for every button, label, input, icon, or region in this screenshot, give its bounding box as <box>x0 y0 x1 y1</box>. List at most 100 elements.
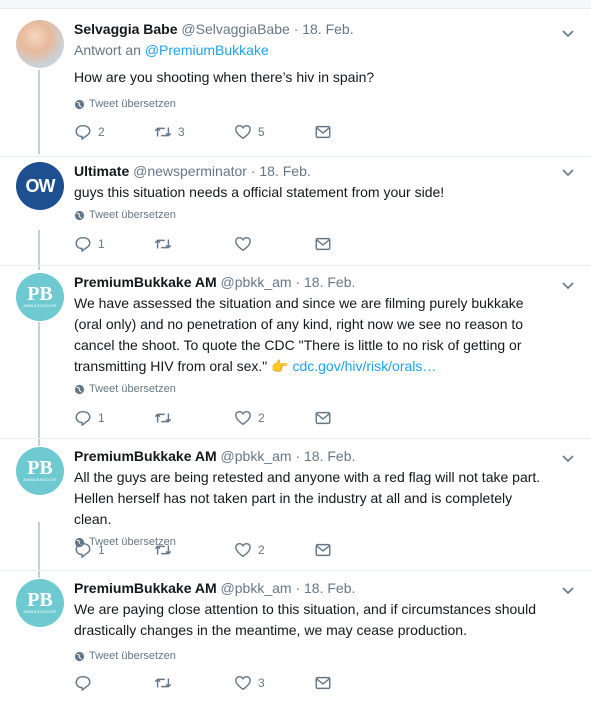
handle[interactable]: @pbkk_am <box>221 448 292 464</box>
retweet-button[interactable]: 3 <box>154 122 234 142</box>
avatar[interactable]: PB AMBASSADOR <box>16 273 64 321</box>
translate-link[interactable]: Tweet übersetzen <box>74 209 547 221</box>
avatar-text: PB <box>27 457 53 479</box>
reply-button[interactable]: 1 <box>74 408 154 428</box>
reply-count: 2 <box>98 125 105 139</box>
chevron-down-icon[interactable] <box>561 583 575 597</box>
reply-count: 1 <box>98 237 105 251</box>
display-name[interactable]: PremiumBukkake AM <box>74 274 217 290</box>
tweet-actions: 3 <box>74 673 394 693</box>
tweet-link[interactable]: cdc.gov/hiv/risk/orals… <box>292 358 436 374</box>
translate-link[interactable]: Tweet übersetzen <box>74 383 547 395</box>
timestamp[interactable]: · 18. Feb. <box>294 21 354 37</box>
tweet-header: PremiumBukkake AM @pbkk_am · 18. Feb. <box>74 273 547 291</box>
reply-icon <box>75 542 91 558</box>
message-button[interactable] <box>314 234 394 254</box>
display-name[interactable]: Selvaggia Babe <box>74 21 178 37</box>
like-count: 3 <box>258 676 265 690</box>
heart-icon <box>235 124 251 140</box>
retweet-count: 3 <box>178 125 185 139</box>
message-button[interactable] <box>314 122 394 142</box>
retweet-button[interactable] <box>154 540 234 560</box>
like-button[interactable] <box>234 234 314 254</box>
timestamp[interactable]: · 18. Feb. <box>295 448 355 464</box>
globe-icon <box>74 99 85 109</box>
tweet-text-block: We have assessed the situation and since… <box>74 293 547 377</box>
envelope-icon <box>315 676 331 690</box>
chevron-down-icon[interactable] <box>561 278 575 292</box>
reply-button[interactable]: 2 <box>74 122 154 142</box>
timestamp[interactable]: · 18. Feb. <box>251 163 311 179</box>
reply-to-link[interactable]: @PremiumBukkake <box>145 42 269 58</box>
avatar-text: PB <box>27 283 53 305</box>
translate-link[interactable]: Tweet übersetzen <box>74 650 547 662</box>
avatar[interactable] <box>16 20 64 68</box>
translate-link[interactable]: Tweet übersetzen <box>74 98 547 110</box>
message-button[interactable] <box>314 540 394 560</box>
globe-icon <box>74 651 85 661</box>
like-button[interactable]: 2 <box>234 540 314 560</box>
envelope-icon <box>315 125 331 139</box>
tweet-header: PremiumBukkake AM @pbkk_am · 18. Feb. <box>74 579 547 597</box>
like-button[interactable]: 5 <box>234 122 314 142</box>
reply-count: 1 <box>98 543 105 557</box>
reply-icon <box>75 410 91 426</box>
display-name[interactable]: PremiumBukkake AM <box>74 580 217 596</box>
heart-icon <box>235 675 251 691</box>
avatar[interactable]: PB AMBASSADOR <box>16 447 64 495</box>
handle[interactable]: @SelvaggiaBabe <box>181 21 289 37</box>
avatar[interactable]: OW <box>16 162 64 210</box>
chevron-down-icon[interactable] <box>561 451 575 465</box>
heart-icon <box>235 236 251 252</box>
retweet-icon <box>154 127 172 137</box>
message-button[interactable] <box>314 408 394 428</box>
tweet-3[interactable]: PB AMBASSADOR PremiumBukkake AM @pbkk_am… <box>0 266 591 439</box>
envelope-icon <box>315 411 331 425</box>
avatar-subtext: AMBASSADOR <box>23 303 57 308</box>
globe-icon <box>74 210 85 220</box>
tweet-header: Ultimate @newsperminator · 18. Feb. <box>74 162 547 180</box>
reply-button[interactable]: 1 <box>74 540 154 560</box>
display-name[interactable]: Ultimate <box>74 163 129 179</box>
retweet-button[interactable] <box>154 673 234 693</box>
handle[interactable]: @pbkk_am <box>221 580 292 596</box>
reply-button[interactable]: 1 <box>74 234 154 254</box>
tweet-text: guys this situation needs a official sta… <box>74 184 445 200</box>
chevron-down-icon[interactable] <box>561 165 575 179</box>
translate-label: Tweet übersetzen <box>89 383 176 395</box>
like-button[interactable]: 3 <box>234 673 314 693</box>
retweet-icon <box>154 413 172 423</box>
avatar-subtext: AMBASSADOR <box>23 477 57 482</box>
envelope-icon <box>315 237 331 251</box>
tweet-5[interactable]: PB AMBASSADOR PremiumBukkake AM @pbkk_am… <box>0 571 591 701</box>
handle[interactable]: @pbkk_am <box>221 274 292 290</box>
translate-label: Tweet übersetzen <box>89 98 176 110</box>
globe-icon <box>74 384 85 394</box>
reply-icon <box>75 675 91 691</box>
avatar[interactable]: PB AMBASSADOR <box>16 579 64 627</box>
retweet-icon <box>154 678 172 688</box>
message-button[interactable] <box>314 673 394 693</box>
handle[interactable]: @newsperminator <box>133 163 247 179</box>
like-button[interactable]: 2 <box>234 408 314 428</box>
chevron-down-icon[interactable] <box>561 26 575 40</box>
tweet-1[interactable]: Selvaggia Babe @SelvaggiaBabe · 18. Feb.… <box>0 8 591 157</box>
display-name[interactable]: PremiumBukkake AM <box>74 448 217 464</box>
retweet-button[interactable] <box>154 408 234 428</box>
tweet-text: All the guys are being retested and anyo… <box>74 469 541 527</box>
reply-prefix: Antwort an <box>74 42 141 58</box>
timestamp[interactable]: · 18. Feb. <box>295 580 355 596</box>
tweet-header: Selvaggia Babe @SelvaggiaBabe · 18. Feb. <box>74 20 547 38</box>
retweet-icon <box>154 545 172 555</box>
translate-label: Tweet übersetzen <box>89 209 176 221</box>
avatar-text: OW <box>25 175 56 196</box>
timestamp[interactable]: · 18. Feb. <box>295 274 355 290</box>
tweet-4[interactable]: PB AMBASSADOR PremiumBukkake AM @pbkk_am… <box>0 439 591 571</box>
like-count: 5 <box>258 125 265 139</box>
retweet-button[interactable] <box>154 234 234 254</box>
envelope-icon <box>315 543 331 557</box>
reply-button[interactable] <box>74 673 154 693</box>
tweet-2[interactable]: OW Ultimate @newsperminator · 18. Feb. g… <box>0 157 591 266</box>
heart-icon <box>235 410 251 426</box>
reply-context: Antwort an @PremiumBukkake <box>74 41 547 59</box>
